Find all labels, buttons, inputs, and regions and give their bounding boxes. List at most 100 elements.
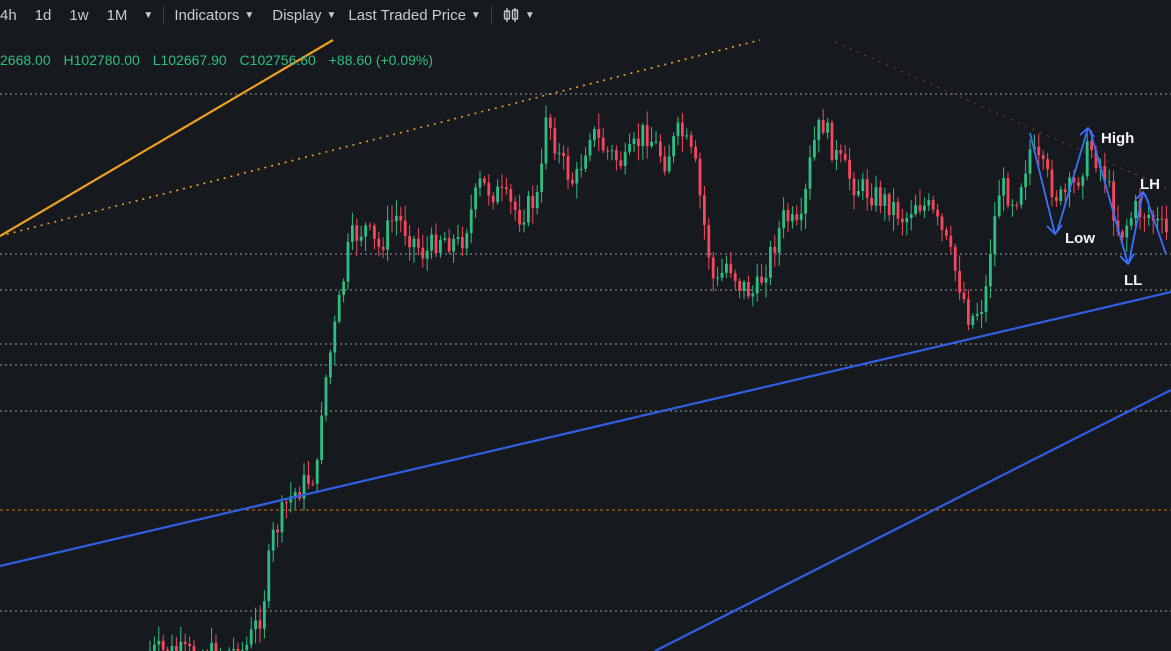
candle-body (637, 138, 640, 146)
candle-body (659, 141, 662, 157)
red-dotted-trendline[interactable] (834, 41, 1171, 191)
indicators-label: Indicators (174, 6, 240, 24)
candle-body (782, 210, 785, 229)
candle-body (342, 281, 345, 295)
candle-body (738, 280, 741, 291)
display-dropdown[interactable]: Display ▼ (272, 7, 336, 24)
candle-body (645, 125, 649, 147)
candle-body (452, 238, 455, 252)
candle-body (469, 209, 473, 234)
candle-body (879, 187, 882, 206)
candle-body (940, 216, 944, 230)
candle-body (905, 217, 909, 223)
candle-body (786, 210, 790, 222)
candle-body (399, 215, 403, 221)
interval-4h-button[interactable]: 4h (0, 7, 17, 24)
candle-body (813, 140, 816, 158)
candle-body (896, 202, 900, 219)
candle-body (641, 125, 645, 146)
candle-body (949, 235, 953, 247)
toolbar-divider (163, 6, 165, 24)
candle-body (447, 238, 451, 252)
candle-body (1050, 169, 1054, 198)
candle-body (755, 276, 759, 294)
candle-body (183, 641, 187, 644)
candle-body (1028, 149, 1032, 174)
candle-body (716, 277, 719, 279)
blue-trendline-upper[interactable] (0, 290, 1171, 568)
candle-body (742, 282, 746, 291)
candle-body (773, 246, 777, 253)
blue-trendline-lower[interactable] (654, 389, 1171, 651)
candle-body (1077, 182, 1080, 186)
candle-body (337, 294, 341, 322)
candle-body (676, 122, 680, 137)
candle-body (544, 117, 548, 164)
candle-body (650, 141, 653, 147)
interval-1w-label: 1w (69, 6, 89, 24)
candle-body (711, 257, 715, 279)
interval-1w-button[interactable]: 1w (69, 7, 88, 24)
candle-body (747, 282, 750, 297)
candle-body (681, 122, 684, 137)
candle-body (764, 277, 768, 283)
candle-body (1134, 200, 1137, 219)
candle-body (425, 250, 429, 259)
candle-body (993, 216, 997, 254)
candle-body (989, 253, 992, 287)
candle-body (795, 214, 799, 221)
candle-body (315, 459, 319, 484)
indicators-dropdown[interactable]: Indicators ▼ (174, 7, 254, 24)
display-label: Display (272, 6, 322, 24)
candle-body (1037, 146, 1041, 156)
open-value: 2668.00 (0, 52, 51, 68)
interval-1m-label: 1M (106, 6, 128, 24)
candle-body (703, 195, 706, 226)
candle-body (153, 644, 156, 651)
price-chart[interactable]: High Low LH LL (0, 30, 1171, 651)
candle-body (421, 247, 425, 259)
candle-body (843, 153, 847, 160)
candle-body (667, 156, 671, 172)
interval-1m-dropdown[interactable]: 1M ▼ (107, 7, 154, 24)
candle-body (1006, 178, 1010, 206)
chart-type-dropdown[interactable]: ▼ (502, 7, 535, 23)
candle-body (874, 187, 878, 206)
price-type-label: Last Traded Price (348, 6, 466, 24)
candle-body (883, 194, 887, 206)
interval-1d-button[interactable]: 1d (35, 7, 52, 24)
orange-trendline[interactable] (0, 39, 334, 237)
candle-body (808, 157, 812, 189)
candle-body (1165, 218, 1168, 233)
candle-body (386, 220, 389, 250)
zigzag-arrow (1144, 193, 1167, 255)
candle-body (346, 241, 350, 282)
candle-body (535, 191, 539, 209)
candle-body (412, 238, 416, 248)
candle-body (1121, 231, 1124, 238)
candle-body (760, 276, 763, 283)
candle-body (368, 225, 372, 227)
candle-body (936, 209, 939, 217)
candle-body (799, 213, 803, 221)
chart-toolbar: 4h 1d 1w 1M ▼ Indicators ▼ Display ▼ Las… (0, 0, 1171, 30)
price-type-dropdown[interactable]: Last Traded Price ▼ (348, 7, 480, 24)
close-value: C102756.60 (239, 52, 316, 68)
candle-body (249, 629, 253, 645)
candle-body (584, 155, 587, 169)
candle-body (311, 483, 315, 485)
candle-body (518, 209, 521, 225)
candle-body (892, 202, 895, 216)
candle-body (777, 228, 781, 253)
candle-body (870, 197, 873, 206)
candle-body (821, 120, 825, 133)
candle-body (1085, 141, 1089, 177)
candle-body (1090, 141, 1093, 151)
candle-body (188, 643, 191, 647)
candle-body (1019, 187, 1023, 205)
low-value: L102667.90 (152, 52, 227, 68)
candle-body (1129, 218, 1133, 226)
candle-body (632, 138, 636, 145)
candle-body (962, 292, 966, 300)
candle-body (927, 200, 931, 206)
